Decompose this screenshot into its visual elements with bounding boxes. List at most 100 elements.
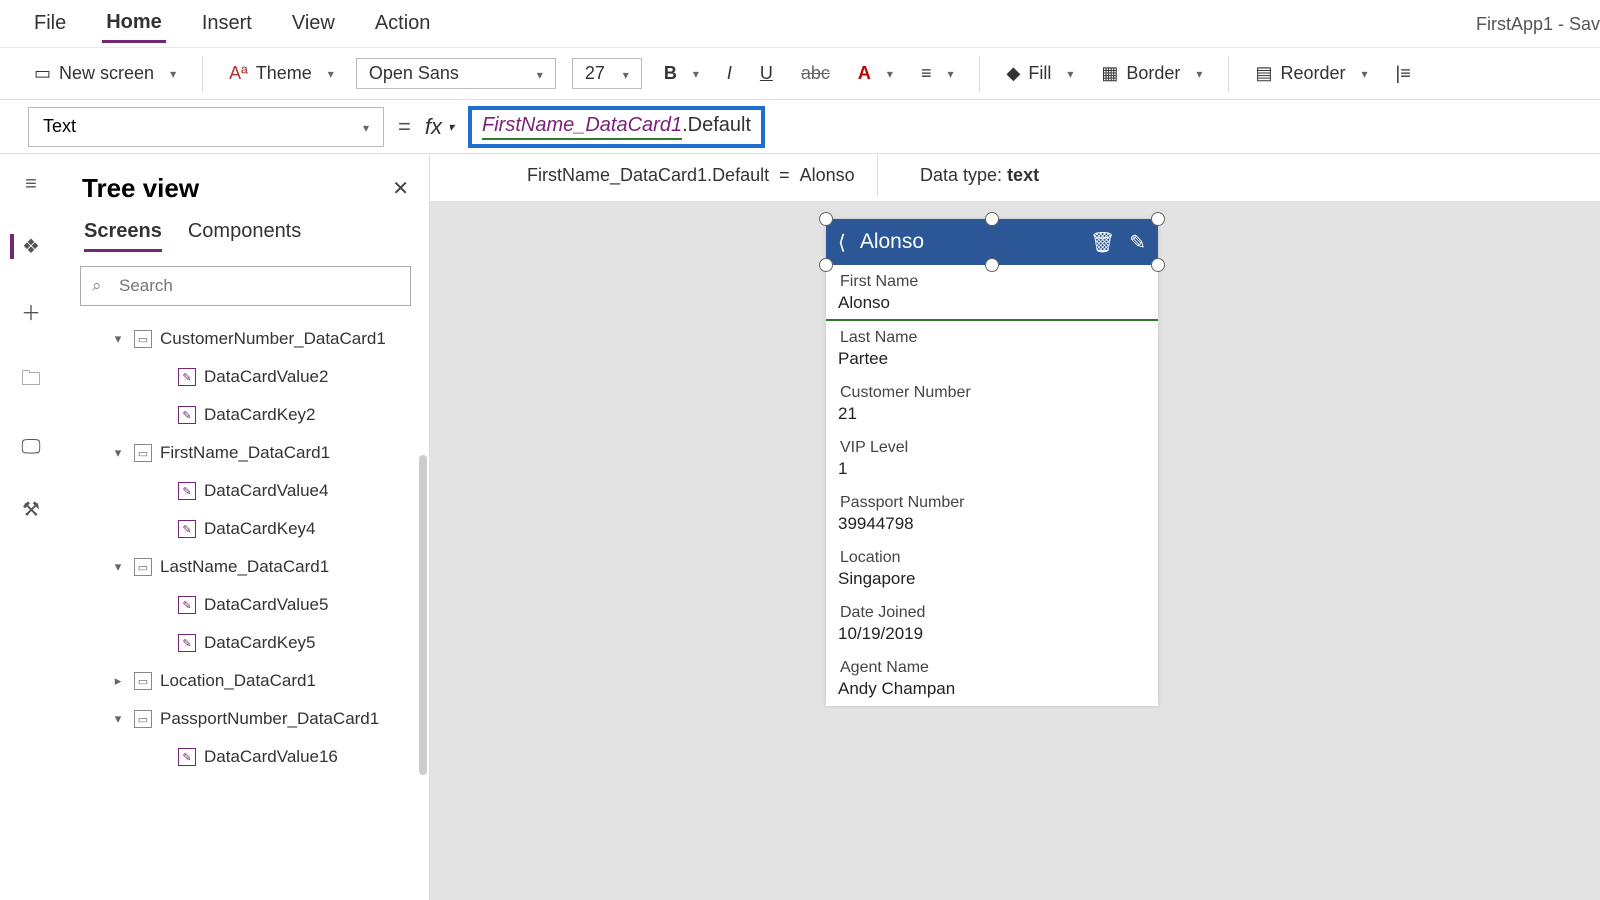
advanced-rail-button[interactable]: ⚒ [22,497,40,522]
new-screen-button[interactable]: ▭ New screen [28,63,182,84]
tree-item-label: FirstName_DataCard1 [160,443,330,463]
formula-result: FirstName_DataCard1.Default = Alonso [505,154,878,196]
tree-item[interactable]: ✎DataCardKey2 [72,396,425,434]
tree-view-rail-button[interactable]: ❖ [10,234,40,259]
tree-item[interactable]: ✎DataCardValue2 [72,358,425,396]
selection-handle[interactable] [819,212,833,226]
form-field[interactable]: LocationSingapore [826,541,1158,596]
menu-file[interactable]: File [30,6,70,41]
bold-button[interactable]: B [658,63,705,84]
font-color-icon: A [858,63,871,84]
bold-icon: B [664,63,677,84]
expand-icon[interactable]: ▾ [110,445,126,461]
field-label: Customer Number [826,376,1158,402]
font-size-select[interactable]: 27 [572,58,642,89]
theme-icon: Aª [229,63,248,84]
field-label: Last Name [826,321,1158,347]
font-color-button[interactable]: A [852,63,899,84]
italic-button[interactable]: I [721,63,738,84]
tree-item[interactable]: ▸▭Location_DataCard1 [72,662,425,700]
font-size-value: 27 [585,63,605,84]
tree-item[interactable]: ✎DataCardKey4 [72,510,425,548]
expand-icon[interactable]: ▾ [110,711,126,727]
strikethrough-icon: abc [801,63,830,84]
tree-item-label: DataCardValue5 [204,595,328,615]
field-label: Agent Name [826,651,1158,677]
tab-components[interactable]: Components [188,220,301,252]
fill-button[interactable]: ◆ Fill [1000,63,1079,84]
underline-button[interactable]: U [754,63,779,84]
tree-item-label: DataCardValue4 [204,481,328,501]
tree-item[interactable]: ▾▭FirstName_DataCard1 [72,434,425,472]
tree-item-label: DataCardValue2 [204,367,328,387]
align-icon: ≡ [921,63,932,84]
expand-icon[interactable]: ▾ [110,331,126,347]
form-field[interactable]: Customer Number21 [826,376,1158,431]
menu-action[interactable]: Action [371,6,435,41]
property-select[interactable]: Text [28,107,384,147]
align-tool-button[interactable]: |≡ [1390,63,1417,84]
tree-item-label: Location_DataCard1 [160,671,316,691]
theme-button[interactable]: Aª Theme [223,63,340,84]
separator [1228,56,1229,92]
selection-handle[interactable] [819,258,833,272]
expand-icon[interactable]: ▸ [110,673,126,689]
tree-item[interactable]: ✎DataCardValue16 [72,738,425,776]
theme-label: Theme [256,63,312,84]
field-value: 21 [826,402,1158,430]
reorder-button[interactable]: ▤ Reorder [1249,63,1373,84]
border-button[interactable]: ▦ Border [1095,63,1208,84]
field-value: 10/19/2019 [826,622,1158,650]
form-field[interactable]: First NameAlonso [826,265,1158,321]
font-select[interactable]: Open Sans [356,58,556,89]
form-body: First NameAlonsoLast NameParteeCustomer … [826,265,1158,706]
form-header[interactable]: ⟨ Alonso 🗑 ✎ [826,219,1158,265]
tree-item-label: DataCardValue16 [204,747,338,767]
data-rail-button[interactable]: 🗀 [21,364,41,398]
form-field[interactable]: VIP Level1 [826,431,1158,486]
italic-icon: I [727,63,732,84]
expand-icon[interactable]: ▾ [110,559,126,575]
tree-item[interactable]: ▾▭LastName_DataCard1 [72,548,425,586]
media-rail-button[interactable]: 🖵 [21,436,40,459]
tree-item[interactable]: ▾▭CustomerNumber_DataCard1 [72,320,425,358]
tree-item[interactable]: ✎DataCardValue5 [72,586,425,624]
field-value: Singapore [826,567,1158,595]
form-field[interactable]: Last NamePartee [826,321,1158,376]
menu-home[interactable]: Home [102,5,166,43]
selection-handle[interactable] [1151,258,1165,272]
tree-item-label: DataCardKey4 [204,519,316,539]
selection-handle[interactable] [985,212,999,226]
tab-screens[interactable]: Screens [84,220,162,252]
tree-item[interactable]: ✎DataCardKey5 [72,624,425,662]
menu-view[interactable]: View [288,6,339,41]
selection-handle[interactable] [985,258,999,272]
fx-button[interactable]: fx ▾ [425,114,454,140]
formula-input[interactable]: FirstName_DataCard1.Default [468,106,765,148]
form-field[interactable]: Date Joined10/19/2019 [826,596,1158,651]
search-input[interactable] [80,266,411,306]
delete-icon[interactable]: 🗑 [1090,230,1115,255]
datacard-icon: ▭ [134,710,152,728]
canvas[interactable]: ⟨ Alonso 🗑 ✎ First NameAlonsoLast NamePa… [430,201,1600,900]
formula-token-ref: FirstName_DataCard1 [482,114,682,140]
tree-item[interactable]: ✎DataCardValue4 [72,472,425,510]
scrollbar[interactable] [419,455,427,775]
form-field[interactable]: Agent NameAndy Champan [826,651,1158,706]
field-value: 39944798 [826,512,1158,540]
close-icon[interactable]: ✕ [392,176,409,201]
insert-rail-button[interactable]: ＋ [21,297,41,326]
back-icon[interactable]: ⟨ [838,230,846,255]
strikethrough-button[interactable]: abc [795,63,836,84]
eval-rhs: Alonso [800,165,855,186]
reorder-label: Reorder [1280,63,1345,84]
align-button[interactable]: ≡ [915,63,960,84]
hamburger-icon[interactable]: ≡ [25,173,37,196]
tree-item[interactable]: ▾▭PassportNumber_DataCard1 [72,700,425,738]
menu-insert[interactable]: Insert [198,6,256,41]
edit-icon[interactable]: ✎ [1129,230,1146,255]
form-field[interactable]: Passport Number39944798 [826,486,1158,541]
chevron-down-icon [615,63,629,84]
selection-handle[interactable] [1151,212,1165,226]
screen-icon: ▭ [34,63,51,84]
